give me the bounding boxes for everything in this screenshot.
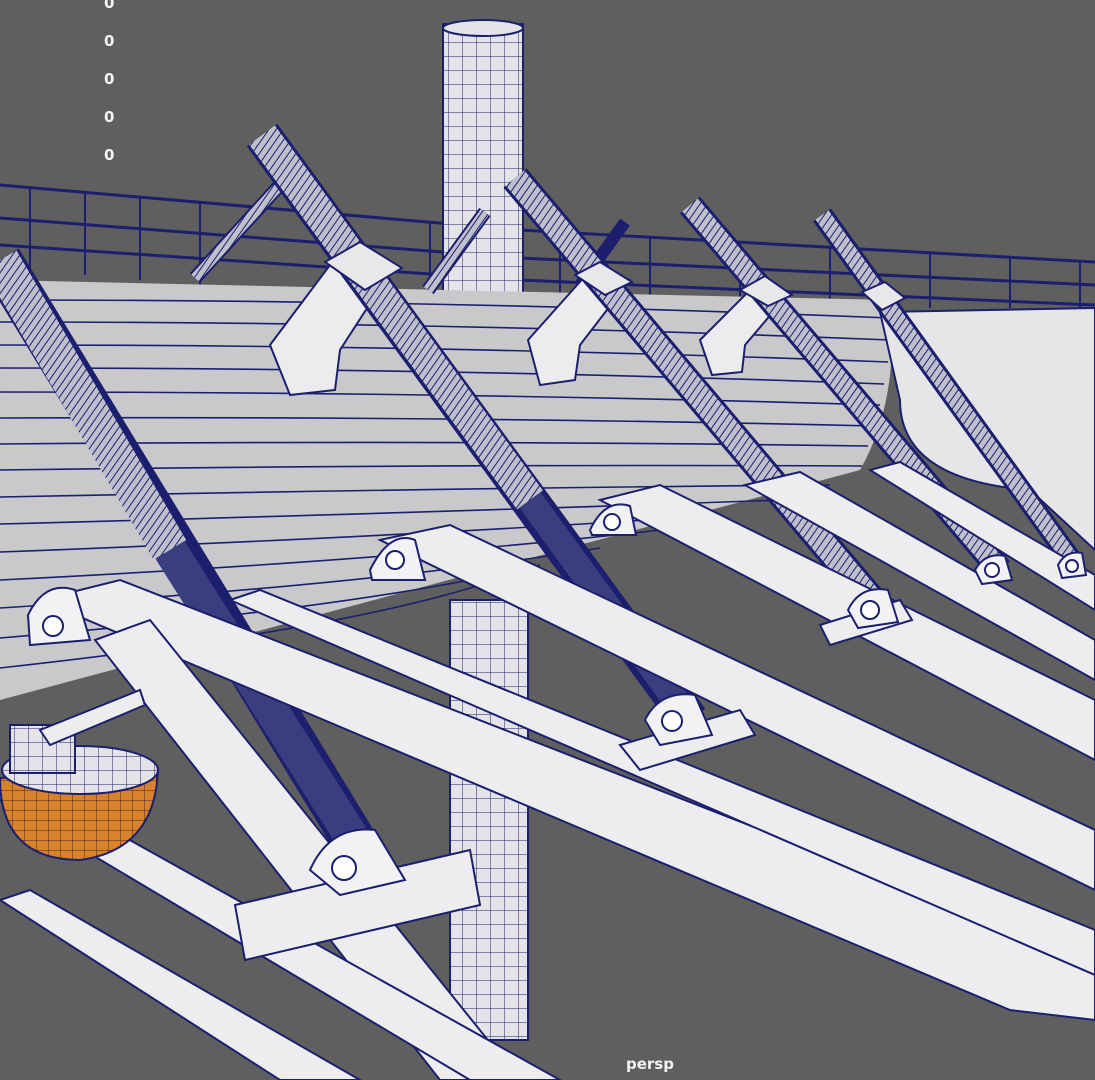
hud-stat-value: 0 (104, 0, 115, 12)
hud-stat-value: 0 (104, 108, 115, 126)
hud-stat-value: 0 (104, 146, 115, 164)
hud-stat-value: 0 (104, 32, 115, 50)
camera-name-label: persp (626, 1055, 674, 1073)
maya-perspective-viewport[interactable]: 0 0 0 0 0 persp (0, 0, 1095, 1080)
3d-scene-wireframe-render[interactable] (0, 0, 1095, 1080)
hud-stat-value: 0 (104, 70, 115, 88)
